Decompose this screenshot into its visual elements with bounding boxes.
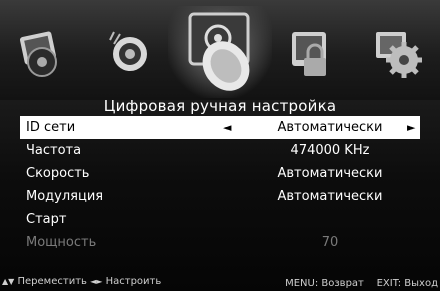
symbol-rate-label: Скорость <box>26 166 90 181</box>
network-id-row[interactable]: ID сети ◄ Автоматически ► <box>20 116 420 139</box>
tv-osd-screen: Цифровая ручная настройка ID сети ◄ Авто… <box>0 0 440 291</box>
menu-icon-bar <box>0 0 440 100</box>
modulation-row[interactable]: Модуляция Автоматически <box>20 185 420 208</box>
symbol-rate-row[interactable]: Скорость Автоматически <box>20 162 420 185</box>
page-title: Цифровая ручная настройка <box>103 97 337 115</box>
sound-icon[interactable] <box>100 18 158 84</box>
footer-left-hints: ▲▼ Переместить ◄► Настроить <box>2 276 161 287</box>
signal-power-value: 70 <box>321 235 339 250</box>
start-row[interactable]: Старт <box>20 208 420 231</box>
adjust-hint: Настроить <box>105 276 162 287</box>
picture-icon[interactable] <box>12 18 70 84</box>
exit-hint: EXIT: Выход <box>376 278 438 289</box>
signal-power-label: Мощность <box>26 235 97 250</box>
signal-power-row: Мощность 70 <box>20 231 420 254</box>
left-arrow-icon[interactable]: ◄ <box>223 116 231 139</box>
lock-icon[interactable] <box>280 18 338 84</box>
network-id-label: ID сети <box>26 120 76 135</box>
frequency-value: 474000 KHz <box>290 143 370 158</box>
left-right-arrow-icon: ◄► <box>90 277 103 286</box>
settings-icon[interactable] <box>368 18 426 84</box>
right-arrow-icon[interactable]: ► <box>407 116 415 139</box>
footer-right-hints: MENU: Возврат EXIT: Выход <box>285 278 438 289</box>
channel-icon[interactable] <box>168 6 272 98</box>
frequency-row[interactable]: Частота 474000 KHz <box>20 139 420 162</box>
modulation-value: Автоматически <box>277 189 383 204</box>
frequency-label: Частота <box>26 143 82 158</box>
modulation-label: Модуляция <box>26 189 104 204</box>
settings-list: ID сети ◄ Автоматически ► Частота 474000… <box>20 116 420 254</box>
footer-hints: ▲▼ Переместить ◄► Настроить MENU: Возвра… <box>0 274 440 291</box>
symbol-rate-value: Автоматически <box>277 166 383 181</box>
menu-back-hint: MENU: Возврат <box>285 278 364 289</box>
network-id-value: Автоматически <box>277 120 383 135</box>
start-label: Старт <box>26 212 67 227</box>
up-down-arrow-icon: ▲▼ <box>2 277 15 286</box>
move-hint: Переместить <box>17 276 87 287</box>
